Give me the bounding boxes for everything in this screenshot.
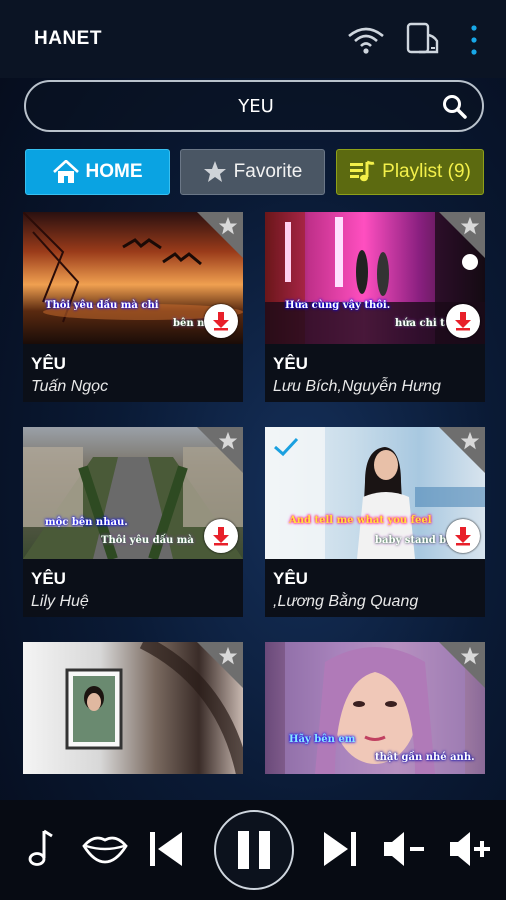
song-card[interactable]: Thôi yêu dấu mà chi bên nh YÊU Tuấn Ngọc xyxy=(23,212,243,402)
tab-playlist[interactable]: Playlist (9) xyxy=(336,149,484,195)
lyric-line: Thôi yêu dấu mà chi xyxy=(45,300,159,311)
song-artist: Lưu Bích,Nguyễn Hưng xyxy=(273,378,441,395)
download-button[interactable] xyxy=(446,304,480,338)
tab-favorite-label: Favorite xyxy=(233,161,303,182)
song-artist: Lily Huệ xyxy=(31,593,89,610)
song-card[interactable]: Hãy bên em thật gần nhé anh. xyxy=(265,642,485,774)
download-button[interactable] xyxy=(446,519,480,553)
search-icon[interactable] xyxy=(442,94,468,120)
lyric-line: mộc bên nhau. xyxy=(45,517,128,528)
lyric-line: And tell me what you feel xyxy=(289,515,432,526)
tab-favorite[interactable]: Favorite xyxy=(180,149,325,195)
app-logo: HANET xyxy=(34,28,102,49)
device-cast-icon[interactable] xyxy=(405,21,441,57)
previous-icon[interactable] xyxy=(148,830,184,868)
tab-playlist-label: Playlist (9) xyxy=(382,161,471,182)
song-card[interactable]: Hứa cùng vậy thôi. hứa chi t YÊU Lưu Bíc… xyxy=(265,212,485,402)
next-icon[interactable] xyxy=(322,830,358,868)
download-icon xyxy=(455,527,471,546)
song-title: YÊU xyxy=(273,569,308,588)
more-vertical-icon[interactable] xyxy=(468,24,480,56)
lyric-line: baby stand by xyxy=(375,535,453,546)
pause-button[interactable] xyxy=(214,810,294,890)
song-title: YÊU xyxy=(31,354,66,373)
song-thumbnail: mộc bên nhau. Thôi yêu dấu mà xyxy=(23,427,243,559)
search-input[interactable] xyxy=(46,90,426,122)
favorite-star-icon[interactable] xyxy=(218,216,238,236)
lyric-line: Hứa cùng vậy thôi. xyxy=(285,300,391,311)
song-thumbnail xyxy=(23,642,243,774)
lyric-line: Hãy bên em xyxy=(289,734,356,745)
lyric-line: thật gần nhé anh. xyxy=(375,752,475,763)
favorite-star-icon[interactable] xyxy=(460,646,480,666)
song-card[interactable] xyxy=(23,642,243,774)
song-artist: Tuấn Ngọc xyxy=(31,378,109,395)
home-icon xyxy=(52,160,79,183)
download-button[interactable] xyxy=(204,519,238,553)
tab-home-label: HOME xyxy=(85,161,143,182)
volume-up-icon[interactable] xyxy=(448,830,492,868)
song-artist: ,Lương Bằng Quang xyxy=(273,593,419,610)
search-bar[interactable] xyxy=(24,80,484,132)
playlist-icon xyxy=(350,160,375,182)
song-thumbnail: Hứa cùng vậy thôi. hứa chi t xyxy=(265,212,485,344)
music-note-icon[interactable] xyxy=(22,828,54,868)
song-title: YÊU xyxy=(31,569,66,588)
favorite-star-icon[interactable] xyxy=(218,431,238,451)
download-icon xyxy=(213,312,229,331)
download-icon xyxy=(213,527,229,546)
star-icon xyxy=(203,161,226,182)
lyric-line: hứa chi t xyxy=(395,318,445,329)
song-thumbnail: Thôi yêu dấu mà chi bên nh xyxy=(23,212,243,344)
song-title: YÊU xyxy=(273,354,308,373)
song-thumbnail: Hãy bên em thật gần nhé anh. xyxy=(265,642,485,774)
wifi-icon[interactable] xyxy=(346,25,386,55)
volume-down-icon[interactable] xyxy=(382,830,426,868)
tab-home[interactable]: HOME xyxy=(25,149,170,195)
favorite-star-icon[interactable] xyxy=(460,216,480,236)
download-button[interactable] xyxy=(204,304,238,338)
checkmark-icon xyxy=(274,437,299,457)
top-bar: HANET xyxy=(0,0,506,78)
download-icon xyxy=(455,312,471,331)
lyric-line: Thôi yêu dấu mà xyxy=(101,535,194,546)
song-thumbnail: And tell me what you feel baby stand by xyxy=(265,427,485,559)
favorite-star-icon[interactable] xyxy=(218,646,238,666)
song-card[interactable]: And tell me what you feel baby stand by … xyxy=(265,427,485,617)
song-card[interactable]: mộc bên nhau. Thôi yêu dấu mà YÊU Lily H… xyxy=(23,427,243,617)
lips-icon[interactable] xyxy=(82,832,128,864)
pause-icon xyxy=(238,831,270,869)
favorite-star-icon[interactable] xyxy=(460,431,480,451)
